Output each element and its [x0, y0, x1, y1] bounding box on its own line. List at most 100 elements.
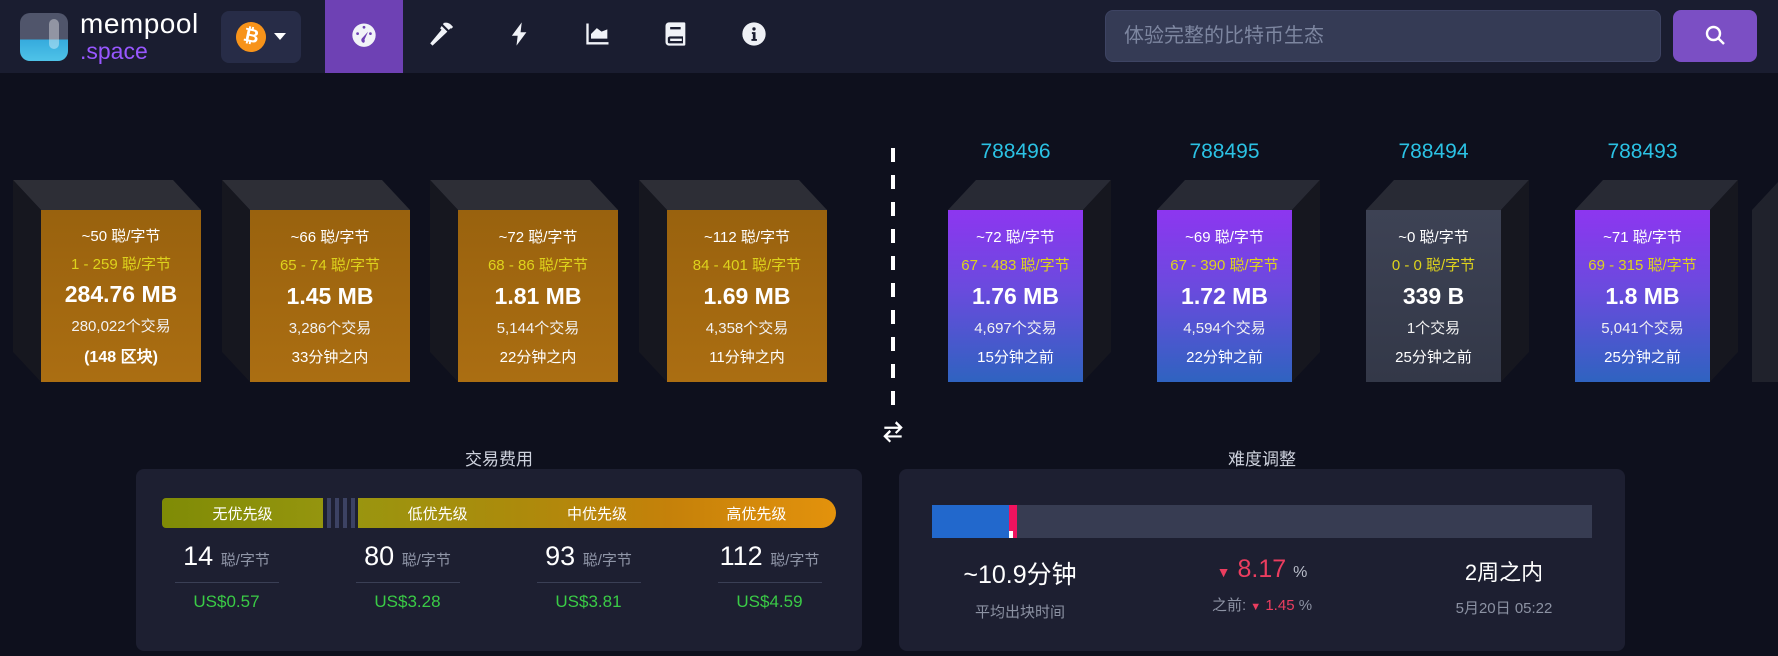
fee-range: 1 - 259 聪/字节	[71, 253, 171, 274]
nav-dashboard[interactable]	[325, 0, 403, 73]
median-fee: ~112 聪/字节	[704, 226, 790, 247]
block-height-link[interactable]: 788494	[1366, 140, 1501, 164]
partial-next-block	[1752, 182, 1778, 382]
cube-top-face	[1575, 180, 1738, 210]
cube-side-face	[639, 180, 667, 382]
mempool-block-1[interactable]: ~66 聪/字节 65 - 74 聪/字节 1.45 MB 3,286个交易 3…	[222, 180, 410, 382]
mempool-block-face[interactable]: ~112 聪/字节 84 - 401 聪/字节 1.69 MB 4,358个交易…	[667, 210, 827, 382]
fee-usd-value: US$3.81	[555, 592, 621, 612]
top-navbar: mempool .space ₿	[0, 0, 1778, 73]
mined-block-788493[interactable]: ~71 聪/字节 69 - 315 聪/字节 1.8 MB 5,041个交易 2…	[1575, 180, 1738, 382]
fee-rate-value: 80	[364, 541, 394, 571]
difficulty-change-value: 8.17	[1237, 555, 1286, 584]
chevron-down-icon	[274, 33, 286, 40]
asset-selector-dropdown[interactable]: ₿	[221, 11, 301, 63]
fee-tier-label: 低优先级	[358, 503, 517, 524]
nav-about[interactable]	[715, 0, 793, 73]
fee-rate-unit: 聪/字节	[402, 552, 451, 569]
median-fee: ~66 聪/字节	[291, 226, 370, 247]
cube-side-face	[1710, 180, 1738, 382]
tx-count: 280,022个交易	[71, 315, 170, 336]
difficulty-panel-title: 难度调整	[899, 445, 1625, 470]
fee-gradient-bar: 无优先级 低优先级 中优先级 高优先级	[162, 498, 836, 528]
nav-mining[interactable]	[403, 0, 481, 73]
avg-block-time-label: 平均出块时间	[975, 601, 1065, 622]
fee-tier-label: 无优先级	[212, 503, 272, 524]
block-size: 1.69 MB	[704, 283, 791, 310]
cube-top-face	[430, 180, 618, 210]
cube-top-face	[948, 180, 1111, 210]
mempool-block-2[interactable]: ~72 聪/字节 68 - 86 聪/字节 1.81 MB 5,144个交易 2…	[430, 180, 618, 382]
mined-block-face[interactable]: ~69 聪/字节 67 - 390 聪/字节 1.72 MB 4,594个交易 …	[1157, 210, 1292, 382]
mined-block-face[interactable]: ~72 聪/字节 67 - 483 聪/字节 1.76 MB 4,697个交易 …	[948, 210, 1083, 382]
fee-range: 67 - 390 聪/字节	[1170, 254, 1278, 275]
fees-panel: 无优先级 低优先级 中优先级 高优先级 14 聪/字节 US$0.57 80 聪…	[136, 469, 862, 651]
mempool-logo-icon	[20, 13, 68, 61]
difficulty-columns: ~10.9分钟 平均出块时间 ▼ 8.17 % 之前: ▼ 1.45 % 2周之…	[899, 555, 1625, 622]
cube-top-face	[1157, 180, 1320, 210]
nav-lightning[interactable]	[481, 0, 559, 73]
main-nav	[325, 0, 793, 73]
chain-divider	[891, 148, 895, 410]
fees-panel-title: 交易费用	[136, 445, 862, 470]
mined-block-788494[interactable]: ~0 聪/字节 0 - 0 聪/字节 339 B 1个交易 25分钟之前	[1366, 180, 1529, 382]
tx-count: 4,594个交易	[1183, 317, 1266, 338]
difficulty-change-col: ▼ 8.17 % 之前: ▼ 1.45 %	[1141, 555, 1383, 622]
cube-side-face	[222, 180, 250, 382]
fee-col-medium: 93 聪/字节 US$3.81	[498, 541, 679, 612]
mempool-block-0[interactable]: ~50 聪/字节 1 - 259 聪/字节 284.76 MB 280,022个…	[13, 180, 201, 382]
nav-docs[interactable]	[637, 0, 715, 73]
search-icon	[1703, 23, 1727, 50]
fee-rate-value: 112	[720, 541, 763, 571]
cube-top-face	[13, 180, 201, 210]
nav-graphs[interactable]	[559, 0, 637, 73]
mempool-block-face[interactable]: ~72 聪/字节 68 - 86 聪/字节 1.81 MB 5,144个交易 2…	[458, 210, 618, 382]
median-fee: ~72 聪/字节	[499, 226, 578, 247]
cube-side-face	[430, 180, 458, 382]
mempool-block-face[interactable]: ~66 聪/字节 65 - 74 聪/字节 1.45 MB 3,286个交易 3…	[250, 210, 410, 382]
difficulty-change-unit: %	[1293, 564, 1307, 582]
brand-domain: .space	[80, 40, 199, 63]
mempool-block-face[interactable]: ~50 聪/字节 1 - 259 聪/字节 284.76 MB 280,022个…	[41, 210, 201, 382]
mempool-logo[interactable]: mempool .space	[20, 10, 199, 63]
tx-count: 4,697个交易	[974, 317, 1057, 338]
mined-block-face[interactable]: ~0 聪/字节 0 - 0 聪/字节 339 B 1个交易 25分钟之前	[1366, 210, 1501, 382]
block-size: 1.76 MB	[972, 283, 1059, 310]
fee-usd-value: US$3.28	[374, 592, 440, 612]
fee-bar-gap	[323, 498, 358, 528]
progress-marker	[1009, 505, 1017, 538]
gauge-icon	[350, 20, 378, 53]
block-height-link[interactable]: 788495	[1157, 140, 1292, 164]
mined-block-788495[interactable]: ~69 聪/字节 67 - 390 聪/字节 1.72 MB 4,594个交易 …	[1157, 180, 1320, 382]
block-size: 1.8 MB	[1605, 283, 1679, 310]
block-size: 1.81 MB	[495, 283, 582, 310]
median-fee: ~72 聪/字节	[976, 226, 1055, 247]
mempool-block-3[interactable]: ~112 聪/字节 84 - 401 聪/字节 1.69 MB 4,358个交易…	[639, 180, 827, 382]
retarget-date: 5月20日 05:22	[1456, 597, 1553, 618]
cube-side-face	[1501, 180, 1529, 382]
avg-block-time-col: ~10.9分钟 平均出块时间	[899, 555, 1141, 622]
block-eta: 11分钟之内	[709, 346, 785, 367]
difficulty-progress-bar	[932, 505, 1592, 538]
block-eta: (148 区块)	[84, 343, 158, 367]
fee-rate-value: 14	[183, 541, 213, 571]
fee-tier-gradient: 低优先级 中优先级 高优先级	[358, 498, 836, 528]
search-input[interactable]	[1105, 10, 1661, 62]
block-size: 284.76 MB	[65, 281, 178, 308]
fee-usd-value: US$0.57	[193, 592, 259, 612]
fee-rate-value: 93	[545, 541, 575, 571]
down-arrow-icon: ▼	[1250, 601, 1261, 613]
block-height-link[interactable]: 788493	[1575, 140, 1710, 164]
search-button[interactable]	[1673, 10, 1757, 62]
fee-range: 68 - 86 聪/字节	[488, 254, 588, 275]
fee-range: 0 - 0 聪/字节	[1392, 254, 1475, 275]
block-age: 25分钟之前	[1395, 346, 1472, 367]
mined-block-788496[interactable]: ~72 聪/字节 67 - 483 聪/字节 1.76 MB 4,697个交易 …	[948, 180, 1111, 382]
mined-block-face[interactable]: ~71 聪/字节 69 - 315 聪/字节 1.8 MB 5,041个交易 2…	[1575, 210, 1710, 382]
previous-change-unit: %	[1299, 597, 1312, 614]
area-chart-icon	[584, 20, 612, 53]
fee-tier-label: 中优先级	[517, 503, 676, 524]
previous-change-value: 1.45	[1265, 597, 1294, 614]
search-area	[1105, 10, 1757, 62]
block-height-link[interactable]: 788496	[948, 140, 1083, 164]
